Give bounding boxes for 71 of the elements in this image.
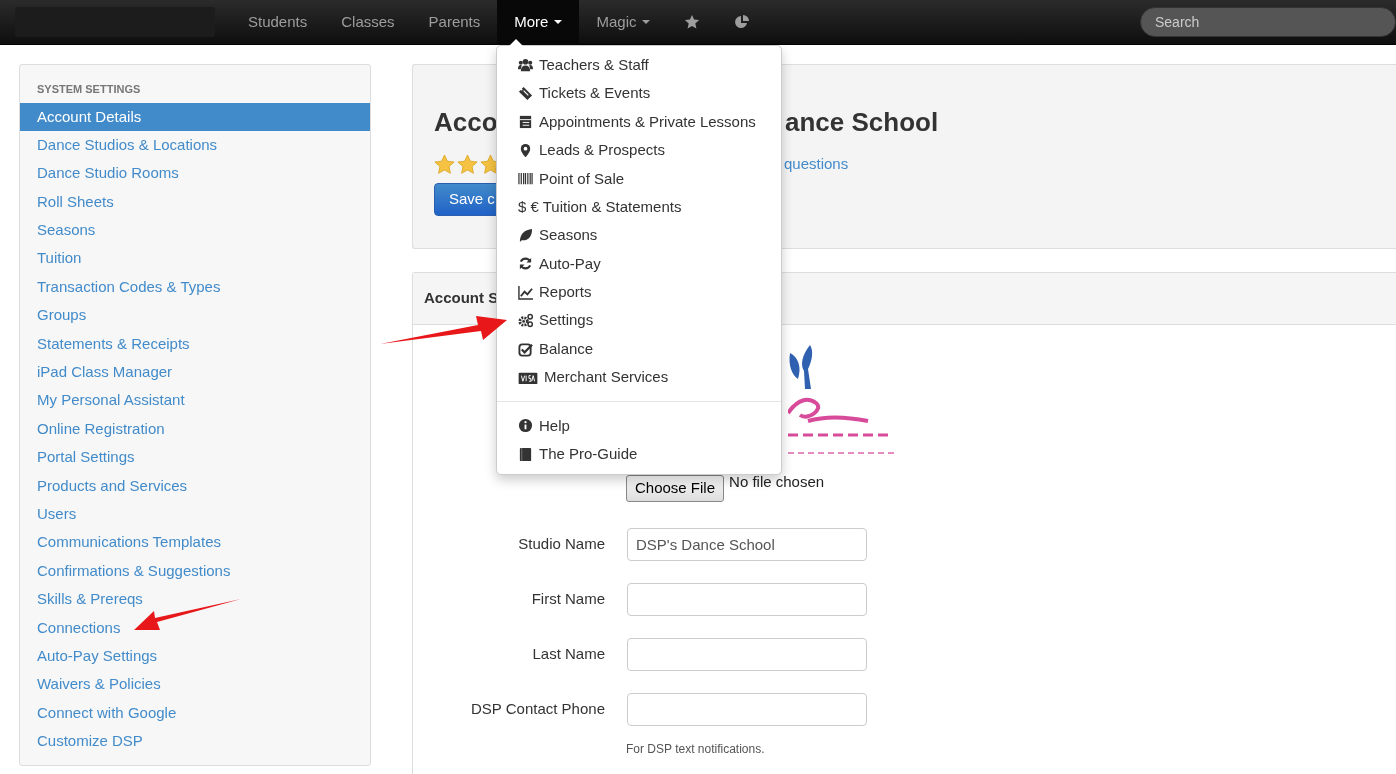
checkbox-icon xyxy=(518,341,533,357)
nav-link[interactable]: Students xyxy=(231,0,325,45)
menu-item[interactable]: Merchant Services xyxy=(497,363,781,392)
sidebar-item[interactable]: Tuition xyxy=(20,244,370,273)
sidebar-heading: SYSTEM SETTINGS xyxy=(36,82,142,97)
sidebar-item[interactable]: Roll Sheets xyxy=(20,187,370,217)
sidebar-item[interactable]: Waivers & Policies xyxy=(20,670,370,699)
line-chart-icon xyxy=(518,284,533,300)
file-status: No file chosen xyxy=(729,472,825,492)
page-title: ance School xyxy=(785,106,939,139)
text-field[interactable] xyxy=(627,637,867,671)
sidebar-item[interactable]: Portal Settings xyxy=(20,443,370,472)
sidebar-item[interactable]: Connect with Google xyxy=(20,698,370,728)
text-field[interactable] xyxy=(627,692,867,726)
sidebar-item[interactable]: iPad Class Manager xyxy=(20,358,370,387)
nav-link[interactable]: More xyxy=(497,0,580,45)
menu-item[interactable]: The Pro-Guide xyxy=(497,440,781,469)
sidebar-item[interactable]: Confirmations & Suggestions xyxy=(20,556,370,586)
sidebar-item[interactable]: Online Registration xyxy=(20,414,370,444)
menu-item[interactable]: Tickets & Events xyxy=(497,79,781,108)
sidebar-item[interactable]: Communications Templates xyxy=(20,528,370,557)
refresh-icon xyxy=(518,256,533,272)
nav-link[interactable]: Magic xyxy=(579,0,668,45)
menu-item[interactable]: Help xyxy=(497,411,781,441)
sidebar-item[interactable]: Transaction Codes & Types xyxy=(20,272,370,302)
sidebar-item[interactable]: Statements & Receipts xyxy=(20,329,370,358)
menu-item[interactable]: Reports xyxy=(497,278,781,307)
page-title: Acco xyxy=(434,107,498,137)
info-icon xyxy=(518,418,533,434)
star-icon[interactable] xyxy=(684,14,701,30)
ticket-icon xyxy=(518,86,533,102)
star-icon xyxy=(434,153,455,175)
sidebar-item[interactable]: Dance Studio Rooms xyxy=(20,159,370,188)
menu-item[interactable]: Seasons xyxy=(497,221,781,250)
sidebar-item[interactable]: Users xyxy=(20,499,370,529)
sidebar-item[interactable]: Products and Services xyxy=(20,471,370,500)
star-icon xyxy=(457,153,478,175)
sidebar-item[interactable]: Dance Studios & Locations xyxy=(20,130,370,160)
field-label: First Name xyxy=(530,588,605,609)
sidebar-item[interactable]: Connections xyxy=(20,613,370,642)
map-pin-icon xyxy=(518,142,533,158)
sidebar-item[interactable]: Auto-Pay Settings xyxy=(20,641,370,671)
text-field[interactable]: DSP's Dance School xyxy=(627,527,867,561)
gears-icon xyxy=(518,313,533,329)
field-label: DSP Contact Phone xyxy=(470,698,605,719)
book-icon xyxy=(518,446,533,462)
menu-item[interactable]: Balance xyxy=(497,334,781,364)
sidebar-item[interactable]: Groups xyxy=(20,301,370,330)
field-label: Last Name xyxy=(531,643,605,664)
nav-link[interactable]: Parents xyxy=(411,0,498,45)
leaf-icon xyxy=(518,228,533,244)
card-icon xyxy=(518,370,538,385)
pie-chart-icon[interactable] xyxy=(734,14,751,30)
sidebar-item[interactable]: Account Details xyxy=(20,102,370,131)
questions-link[interactable]: questions xyxy=(784,152,849,176)
nav-link[interactable]: Classes xyxy=(324,0,412,45)
menu-item[interactable]: Leads & Prospects xyxy=(497,136,781,165)
search-field[interactable]: Search xyxy=(1140,7,1396,37)
sidebar-item[interactable]: Seasons xyxy=(20,216,370,245)
barcode-icon xyxy=(518,171,533,187)
sidebar-item[interactable]: Skills & Prereqs xyxy=(20,585,370,614)
field-label: Studio Name xyxy=(517,533,605,554)
sidebar-item[interactable]: My Personal Assistant xyxy=(20,386,370,415)
sidebar-item[interactable]: Customize DSP xyxy=(20,727,370,756)
menu-item[interactable]: Teachers & Staff xyxy=(497,51,781,80)
calendar-icon xyxy=(518,114,533,130)
menu-item[interactable]: Appointments & Private Lessons xyxy=(497,107,781,137)
text-field[interactable] xyxy=(627,582,867,616)
users-icon xyxy=(518,57,533,73)
help-text: For DSP text notifications. xyxy=(626,740,766,758)
choose-file-button[interactable]: Choose File xyxy=(626,475,725,502)
